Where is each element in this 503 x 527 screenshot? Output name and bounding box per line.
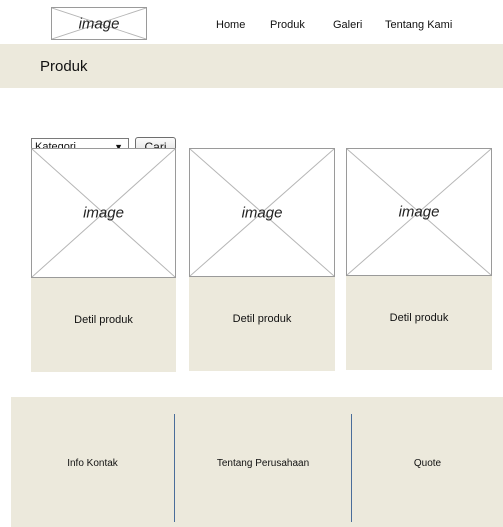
product-image-label: image (398, 203, 440, 221)
product-image-label: image (241, 204, 283, 221)
logo-placeholder-label: image (78, 15, 120, 32)
product-detail-3[interactable]: Detil produk (346, 276, 492, 370)
product-detail-label: Detil produk (74, 314, 133, 326)
logo-placeholder: image (51, 7, 147, 40)
footer: Info Kontak Tentang Perusahaan Quote (11, 397, 503, 527)
product-detail-1[interactable]: Detil produk (31, 278, 176, 372)
product-image-3[interactable]: image (346, 148, 492, 276)
nav-home[interactable]: Home (216, 19, 245, 31)
product-image-2[interactable]: image (189, 148, 335, 277)
footer-tentang-perusahaan[interactable]: Tentang Perusahaan (175, 458, 351, 469)
product-detail-2[interactable]: Detil produk (189, 277, 335, 371)
product-detail-label: Detil produk (389, 312, 449, 324)
nav-tentang-kami[interactable]: Tentang Kami (385, 19, 452, 31)
page-title: Produk (40, 58, 88, 75)
product-image-label: image (83, 204, 124, 222)
product-detail-label: Detil produk (232, 313, 292, 325)
nav-galeri[interactable]: Galeri (333, 19, 362, 31)
title-bar: Produk (0, 44, 503, 88)
footer-quote[interactable]: Quote (352, 458, 503, 469)
product-image-1[interactable]: image (31, 148, 176, 278)
nav-produk[interactable]: Produk (270, 19, 305, 31)
footer-info-kontak[interactable]: Info Kontak (11, 458, 174, 469)
